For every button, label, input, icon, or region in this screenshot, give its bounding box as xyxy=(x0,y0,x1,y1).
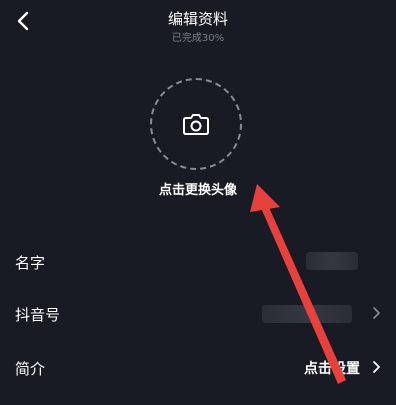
chevron-right-icon xyxy=(373,307,380,319)
douyin-id-value-blurred xyxy=(262,305,352,323)
completion-status: 已完成30% xyxy=(171,33,225,44)
top-bar: 编辑资料 已完成30% xyxy=(0,0,396,48)
douyin-id-label: 抖音号 xyxy=(15,306,61,324)
avatar-upload[interactable] xyxy=(150,78,242,170)
name-label: 名字 xyxy=(15,254,46,272)
camera-icon xyxy=(183,114,209,135)
annotation-arrow xyxy=(250,184,346,384)
page-title: 编辑资料 xyxy=(167,10,228,28)
row-bio[interactable]: 简介 点击设置 xyxy=(0,350,396,386)
name-value-blurred xyxy=(306,252,358,270)
change-avatar-label[interactable]: 点击更换头像 xyxy=(0,179,396,198)
row-name[interactable]: 名字 xyxy=(0,244,396,280)
bio-value: 点击设置 xyxy=(304,361,360,377)
row-douyin-id[interactable]: 抖音号 xyxy=(0,296,396,332)
chevron-right-icon xyxy=(373,361,380,373)
bio-label: 简介 xyxy=(15,360,46,378)
